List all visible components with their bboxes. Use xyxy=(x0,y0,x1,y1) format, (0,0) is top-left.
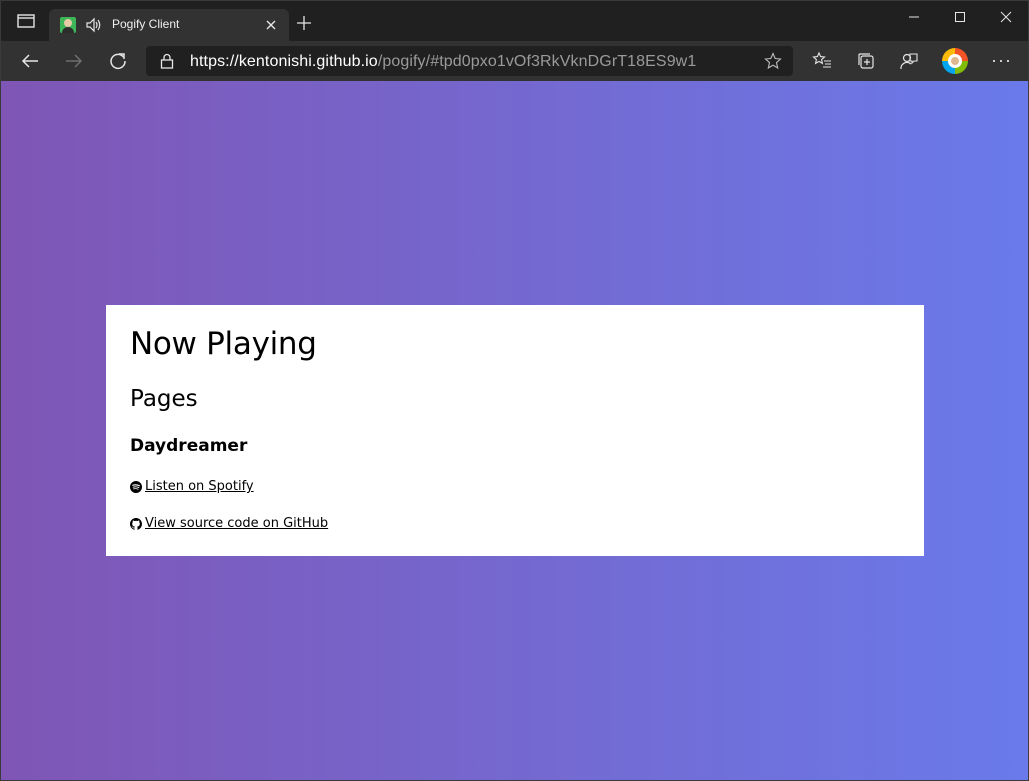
url-text[interactable]: https://kentonishi.github.io/pogify/#tpd… xyxy=(190,53,696,71)
refresh-icon xyxy=(110,53,126,70)
tab-bar: Pogify Client xyxy=(1,1,1028,41)
feedback-icon xyxy=(900,53,918,70)
page-background: Now Playing Pages Daydreamer Listen on S… xyxy=(1,81,1028,780)
profile-avatar[interactable] xyxy=(942,48,968,74)
collections-button[interactable] xyxy=(856,51,876,71)
url-host: https://kentonishi.github.io xyxy=(190,53,378,70)
close-window-icon xyxy=(1000,11,1012,23)
track-title: Daydreamer xyxy=(130,436,248,456)
github-link-label[interactable]: View source code on GitHub xyxy=(145,516,328,531)
tab-actions-button[interactable] xyxy=(11,9,41,33)
more-icon[interactable]: ··· xyxy=(991,50,1012,71)
tab-actions-icon xyxy=(17,14,35,28)
spotify-link[interactable]: Listen on Spotify xyxy=(130,479,254,494)
forward-icon xyxy=(66,54,83,68)
spotify-icon xyxy=(130,480,142,493)
address-bar[interactable]: https://kentonishi.github.io/pogify/#tpd… xyxy=(146,46,793,76)
favicon xyxy=(60,17,76,33)
collections-icon xyxy=(858,53,874,69)
maximize-button[interactable] xyxy=(937,1,983,33)
page-title: Now Playing xyxy=(130,326,317,362)
audio-icon[interactable] xyxy=(85,17,103,33)
browser-toolbar: https://kentonishi.github.io/pogify/#tpd… xyxy=(1,41,1028,81)
favorites-icon xyxy=(812,51,831,68)
feedback-button[interactable] xyxy=(899,51,919,71)
browser-window: Pogify Client https://kentonishi.github.… xyxy=(0,0,1029,781)
plus-icon[interactable] xyxy=(296,15,312,31)
active-tab[interactable]: Pogify Client xyxy=(49,9,289,41)
close-window-button[interactable] xyxy=(983,1,1028,33)
forward-button[interactable] xyxy=(60,47,88,75)
github-icon xyxy=(130,517,142,530)
minimize-icon xyxy=(909,16,919,18)
minimize-button[interactable] xyxy=(891,1,937,33)
lock-icon[interactable] xyxy=(160,53,174,69)
artist-name: Pages xyxy=(130,386,198,412)
now-playing-card: Now Playing Pages Daydreamer Listen on S… xyxy=(106,305,924,556)
spotify-link-label[interactable]: Listen on Spotify xyxy=(145,479,254,494)
favorites-button[interactable] xyxy=(812,51,832,71)
back-button[interactable] xyxy=(16,47,44,75)
star-icon[interactable] xyxy=(764,52,782,70)
tab-title: Pogify Client xyxy=(112,17,180,31)
close-icon[interactable] xyxy=(264,18,278,32)
url-path: /pogify/#tpd0pxo1vOf3RkVknDGrT18ES9w1 xyxy=(377,53,697,70)
refresh-button[interactable] xyxy=(104,47,132,75)
back-icon xyxy=(21,54,38,68)
maximize-icon xyxy=(955,12,965,22)
github-link[interactable]: View source code on GitHub xyxy=(130,516,328,531)
